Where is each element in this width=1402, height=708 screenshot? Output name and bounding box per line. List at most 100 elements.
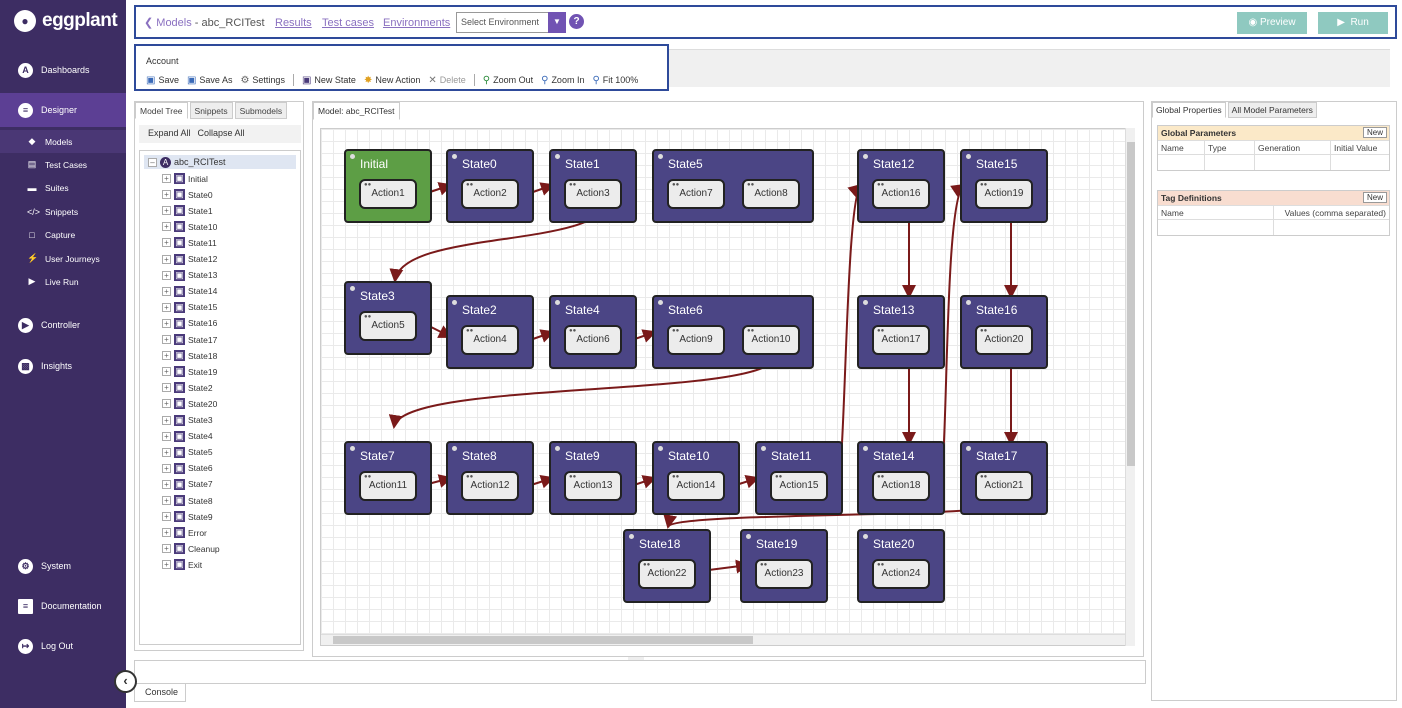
state-node[interactable]: State13 ●● Action17	[857, 295, 945, 369]
tab-model-canvas[interactable]: Model: abc_RCITest	[313, 102, 400, 120]
action-node[interactable]: ●● Action16	[872, 179, 930, 209]
save-as-button[interactable]: ▣ Save As	[187, 75, 232, 86]
expand-node-icon[interactable]: +	[162, 463, 171, 473]
action-node[interactable]: ●● Action18	[872, 471, 930, 501]
tree-node[interactable]: + ▣ State6	[162, 462, 213, 474]
tree-node[interactable]: + ▣ Initial	[162, 173, 208, 184]
expand-node-icon[interactable]: +	[162, 544, 171, 554]
settings-button[interactable]: ⚙ Settings	[240, 75, 285, 86]
nav-snippets[interactable]: </> Snippets	[0, 200, 126, 223]
state-node[interactable]: State1 ●● Action3	[549, 149, 637, 223]
state-node[interactable]: State10 ●● Action14	[652, 441, 740, 515]
help-icon[interactable]: ?	[569, 14, 584, 29]
expand-node-icon[interactable]: +	[162, 286, 171, 296]
zoom-in-button[interactable]: ⚲ Zoom In	[541, 75, 584, 86]
eggplant-logo[interactable]: ● eggplant	[14, 10, 118, 32]
nav-capture[interactable]: □ Capture	[0, 223, 126, 246]
tree-node[interactable]: + ▣ State18	[162, 350, 217, 362]
action-node[interactable]: ●● Action4	[461, 325, 519, 355]
new-action-button[interactable]: ✸ New Action	[364, 75, 420, 86]
table-row[interactable]	[1158, 219, 1389, 235]
tree-node[interactable]: + ▣ State8	[162, 495, 213, 506]
expand-all-button[interactable]: Expand All	[148, 128, 191, 140]
expand-node-icon[interactable]: +	[162, 383, 171, 393]
state-node[interactable]: State12 ●● Action16	[857, 149, 945, 223]
nav-system[interactable]: ⚙ System	[0, 549, 126, 583]
collapse-all-button[interactable]: Collapse All	[198, 128, 245, 140]
action-node[interactable]: ●● Action20	[975, 325, 1033, 355]
expand-node-icon[interactable]: +	[162, 447, 171, 457]
tree-node[interactable]: + ▣ State13	[162, 269, 217, 281]
tree-root[interactable]: – A abc_RCITest	[144, 155, 296, 169]
expand-node-icon[interactable]: +	[162, 270, 171, 280]
tree-node[interactable]: + ▣ State20	[162, 398, 217, 410]
expand-node-icon[interactable]: +	[162, 222, 171, 232]
expand-node-icon[interactable]: +	[162, 399, 171, 409]
state-node[interactable]: State15 ●● Action19	[960, 149, 1048, 223]
state-node[interactable]: State19 ●● Action23	[740, 529, 828, 603]
expand-node-icon[interactable]: +	[162, 431, 171, 441]
tab-all-model-parameters[interactable]: All Model Parameters	[1227, 102, 1317, 118]
expand-node-icon[interactable]: +	[162, 206, 171, 216]
tree-node[interactable]: + ▣ State17	[162, 334, 217, 345]
state-node[interactable]: State8 ●● Action12	[446, 441, 534, 515]
action-node[interactable]: ●● Action17	[872, 325, 930, 355]
action-node[interactable]: ●● Action14	[667, 471, 725, 501]
action-node[interactable]: ●● Action3	[564, 179, 622, 209]
nav-suites[interactable]: ▬ Suites	[0, 176, 126, 199]
action-node[interactable]: ●● Action13	[564, 471, 622, 501]
state-node[interactable]: State5 ●● Action7 ●● Action8	[652, 149, 814, 223]
tree-node[interactable]: + ▣ State9	[162, 511, 213, 523]
tree-node[interactable]: + ▣ State5	[162, 446, 213, 458]
nav-insights[interactable]: ▩ Insights	[0, 349, 126, 383]
zoom-out-button[interactable]: ⚲ Zoom Out	[483, 75, 533, 86]
state-node[interactable]: State6 ●● Action9 ●● Action10	[652, 295, 814, 369]
tab-global-properties[interactable]: Global Properties	[1152, 102, 1226, 118]
state-node[interactable]: State4 ●● Action6	[549, 295, 637, 369]
tree-node[interactable]: + ▣ State1	[162, 205, 213, 217]
state-node[interactable]: State14 ●● Action18	[857, 441, 945, 515]
tree-node[interactable]: + ▣ State19	[162, 366, 217, 378]
state-node[interactable]: State11 ●● Action15	[755, 441, 843, 515]
environment-select[interactable]: Select Environment ▼	[456, 12, 566, 33]
action-node[interactable]: ●● Action8	[742, 179, 800, 209]
tree-node[interactable]: + ▣ State15	[162, 301, 217, 313]
expand-node-icon[interactable]: +	[162, 528, 171, 538]
action-node[interactable]: ●● Action5	[359, 311, 417, 341]
expand-node-icon[interactable]: +	[162, 238, 171, 248]
action-node[interactable]: ●● Action10	[742, 325, 800, 355]
new-tag-button[interactable]: New	[1362, 192, 1387, 203]
action-node[interactable]: ●● Action1	[359, 179, 417, 209]
tree-node[interactable]: + ▣ State7	[162, 478, 213, 490]
nav-live-run[interactable]: ▶ Live Run	[0, 270, 126, 293]
action-node[interactable]: ●● Action2	[461, 179, 519, 209]
tree-node[interactable]: + ▣ Cleanup	[162, 543, 220, 555]
fit-button[interactable]: ⚲ Fit 100%	[592, 75, 638, 86]
action-node[interactable]: ●● Action24	[872, 559, 930, 589]
tab-model-tree[interactable]: Model Tree	[135, 102, 188, 119]
nav-designer[interactable]: ≡ Designer	[0, 93, 126, 127]
nav-user-journeys[interactable]: ⚡ User Journeys	[0, 247, 126, 270]
nav-models[interactable]: ◆ Models	[0, 130, 126, 153]
tab-snippets[interactable]: Snippets	[189, 102, 233, 119]
expand-node-icon[interactable]: +	[162, 302, 171, 312]
tab-submodels[interactable]: Submodels	[234, 102, 288, 119]
expand-node-icon[interactable]: +	[162, 351, 171, 361]
nav-documentation[interactable]: ≡ Documentation	[0, 589, 126, 623]
scroll-thumb[interactable]	[333, 636, 753, 644]
expand-node-icon[interactable]: +	[162, 367, 171, 377]
collapse-sidebar-button[interactable]: ‹	[114, 670, 137, 693]
model-canvas[interactable]: Initial ●● Action1 State0 ●● Action2 State1 ●● A…	[320, 128, 1129, 646]
save-button[interactable]: ▣ Save	[146, 75, 179, 86]
state-node[interactable]: State2 ●● Action4	[446, 295, 534, 369]
canvas-vertical-scrollbar[interactable]	[1125, 128, 1135, 646]
tree-node[interactable]: + ▣ Exit	[162, 559, 202, 571]
preview-button[interactable]: ◉ Preview	[1237, 12, 1307, 34]
collapse-node-icon[interactable]: –	[148, 157, 157, 167]
tree-node[interactable]: + ▣ State3	[162, 414, 213, 426]
tree-node[interactable]: + ▣ State14	[162, 285, 217, 297]
tree-node[interactable]: + ▣ State2	[162, 382, 213, 394]
expand-node-icon[interactable]: +	[162, 190, 171, 200]
action-node[interactable]: ●● Action21	[975, 471, 1033, 501]
action-node[interactable]: ●● Action22	[638, 559, 696, 589]
